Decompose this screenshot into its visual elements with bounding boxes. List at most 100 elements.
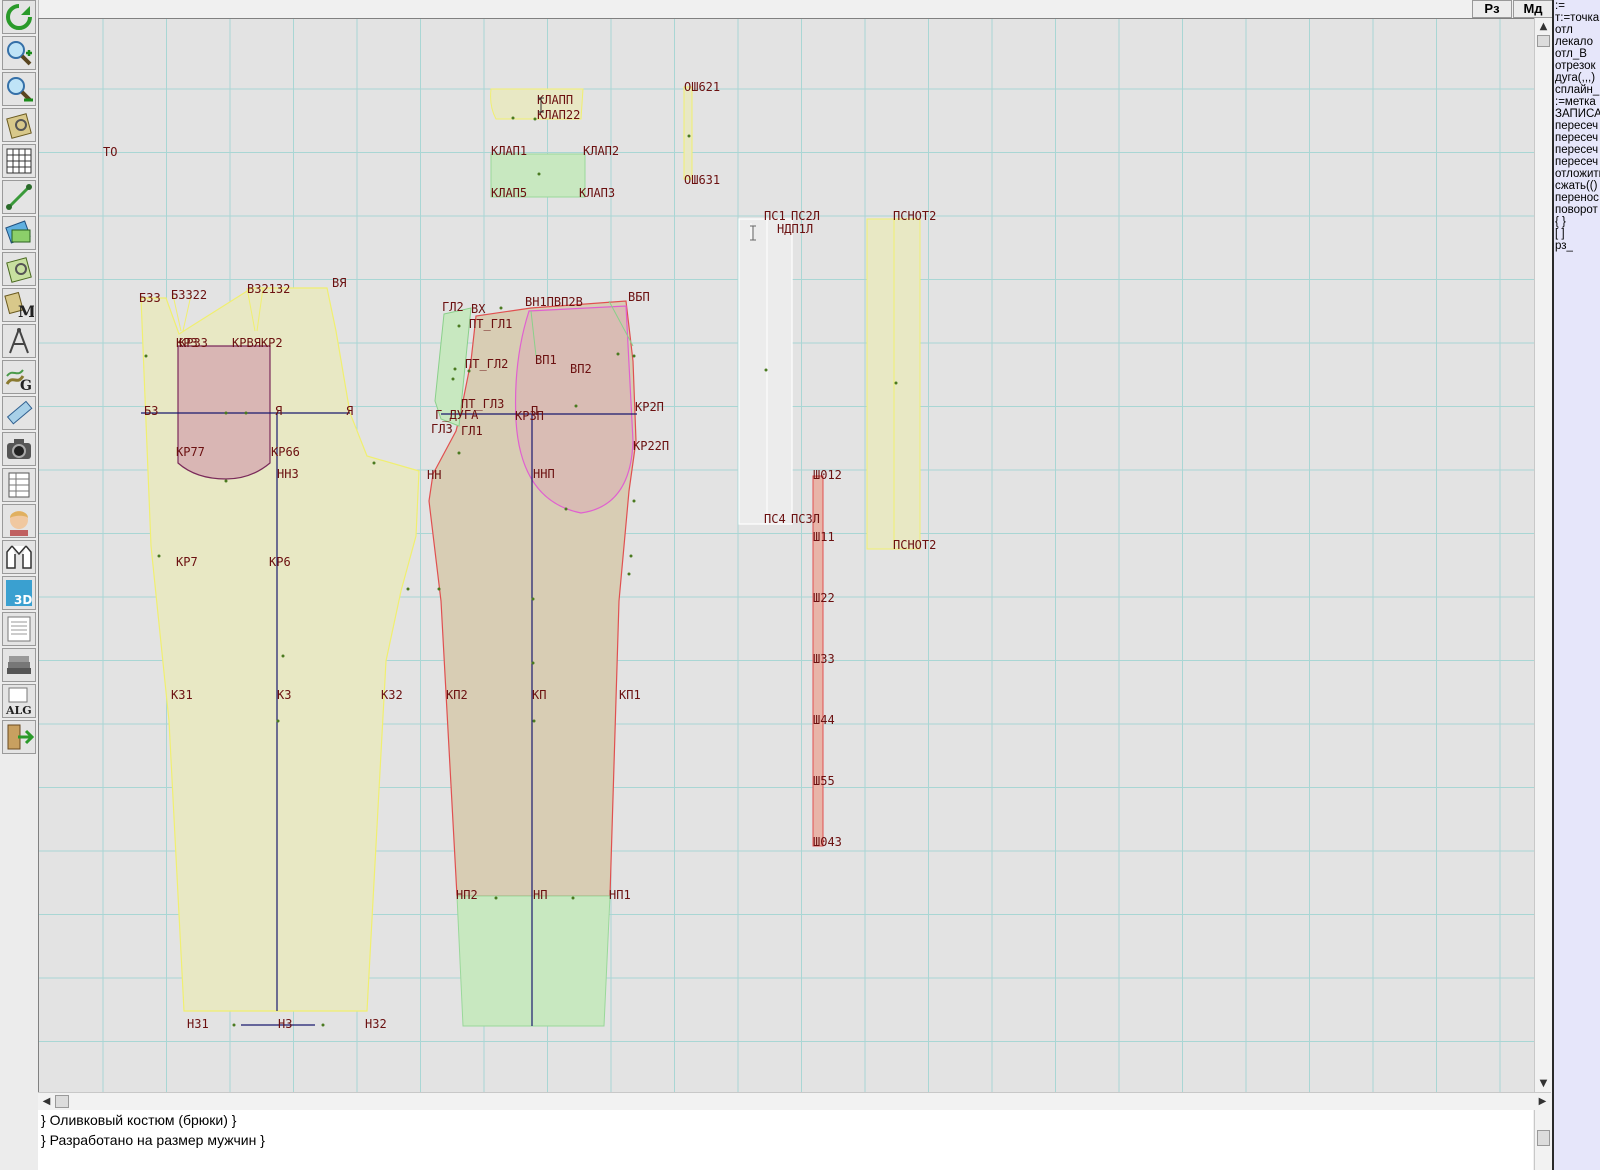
scroll-left-icon[interactable]: ◀ [38, 1093, 55, 1110]
grid-button[interactable] [2, 144, 36, 178]
scroll-down-icon[interactable]: ▼ [1535, 1075, 1552, 1092]
pattern-zoom-icon [6, 257, 32, 283]
svg-text:ВХ: ВХ [471, 302, 486, 316]
exit-button[interactable] [2, 720, 36, 754]
refresh-button[interactable] [2, 0, 36, 34]
svg-text:ВП1: ВП1 [535, 353, 557, 367]
svg-text:ГЛ2: ГЛ2 [442, 300, 464, 314]
description-scroll-thumb[interactable] [1537, 1130, 1550, 1146]
books-icon [7, 656, 31, 674]
jacket-icon [6, 545, 32, 569]
command-item[interactable]: отл_В [1554, 48, 1600, 60]
command-item[interactable]: пересеч [1554, 144, 1600, 156]
svg-text:НДП1Л: НДП1Л [777, 222, 813, 236]
description-scrollbar[interactable] [1534, 1110, 1552, 1170]
drawing-canvas[interactable]: ТО КЛАПП КЛАП22 КЛАП1 КЛАП2 КЛАП5 КЛАП3 … [38, 18, 1534, 1093]
svg-text:К3: К3 [277, 688, 291, 702]
3d-icon: 3D [6, 580, 32, 607]
md-button[interactable]: Мд [1513, 0, 1553, 18]
svg-text:ПТ_ГЛ2: ПТ_ГЛ2 [465, 357, 508, 371]
command-item[interactable]: лекало [1554, 36, 1600, 48]
svg-text:ALG: ALG [5, 704, 32, 716]
3d-button[interactable]: 3D [2, 576, 36, 610]
table-button[interactable] [2, 468, 36, 502]
svg-text:НП2: НП2 [456, 888, 478, 902]
zoom-in-button[interactable] [2, 36, 36, 70]
table-icon [8, 472, 30, 498]
command-item[interactable]: ЗАПИСАТЬ [1554, 108, 1600, 120]
svg-text:Г_ДУГА: Г_ДУГА [435, 408, 479, 422]
svg-text:КР2П: КР2П [635, 400, 664, 414]
svg-text:КП: КП [532, 688, 546, 702]
line-tool-button[interactable] [2, 180, 36, 214]
svg-text:Н31: Н31 [187, 1017, 209, 1031]
svg-text:К31: К31 [171, 688, 193, 702]
scroll-up-icon[interactable]: ▲ [1535, 18, 1552, 35]
svg-text:ПТ_ГЛ1: ПТ_ГЛ1 [469, 317, 512, 331]
svg-text:КЛАП1: КЛАП1 [491, 144, 527, 158]
command-item[interactable]: пересеч [1554, 132, 1600, 144]
command-item[interactable]: { } [1554, 216, 1600, 228]
algorithm-button[interactable]: ALG [2, 684, 36, 718]
vertical-scroll-thumb[interactable] [1537, 35, 1550, 47]
svg-text:КР33: КР33 [179, 336, 208, 350]
svg-text:ВБП: ВБП [628, 290, 650, 304]
command-item[interactable]: отложить [1554, 168, 1600, 180]
books-button[interactable] [2, 648, 36, 682]
svg-text:ПС1: ПС1 [764, 209, 786, 223]
svg-text:ПС2Л: ПС2Л [791, 209, 820, 223]
jacket-button[interactable] [2, 540, 36, 574]
measurements-button[interactable]: M [2, 288, 36, 322]
command-item[interactable]: сплайн_ [1554, 84, 1600, 96]
person-icon [10, 511, 28, 536]
command-item[interactable]: т:=точка [1554, 12, 1600, 24]
svg-text:ГЛ1: ГЛ1 [461, 424, 483, 438]
svg-text:БЗЗ22: БЗЗ22 [171, 288, 207, 302]
front-hem-extension [456, 895, 611, 1027]
command-item[interactable]: сжать(() [1554, 180, 1600, 192]
command-item[interactable]: :=метка [1554, 96, 1600, 108]
command-item[interactable]: дуга(,,,) [1554, 72, 1600, 84]
command-item[interactable]: отл [1554, 24, 1600, 36]
measurements-icon: M [4, 291, 34, 320]
horizontal-scrollbar[interactable]: ◀ ▶ [38, 1092, 1551, 1110]
zoom-out-button[interactable] [2, 72, 36, 106]
svg-text:M: M [18, 302, 34, 320]
command-item[interactable]: [ ] [1554, 228, 1600, 240]
vertical-scrollbar[interactable]: ▲ ▼ [1534, 18, 1552, 1092]
svg-text:КР3П: КР3П [515, 409, 544, 423]
command-item[interactable]: перенос [1554, 192, 1600, 204]
zoom-pattern-button[interactable] [2, 108, 36, 142]
command-item[interactable]: пересеч [1554, 120, 1600, 132]
person-button[interactable] [2, 504, 36, 538]
description-area[interactable]: } Оливковый костюм (брюки) } } Разработа… [38, 1110, 1533, 1170]
scroll-right-icon[interactable]: ▶ [1534, 1093, 1551, 1110]
rz-button[interactable]: Рз [1472, 0, 1512, 18]
svg-text:G: G [20, 378, 32, 392]
graduation-button[interactable]: G [2, 360, 36, 394]
command-item[interactable]: поворот [1554, 204, 1600, 216]
svg-text:КР6: КР6 [269, 555, 291, 569]
svg-text:ПС3Л: ПС3Л [791, 512, 820, 526]
svg-text:КЛАП5: КЛАП5 [491, 186, 527, 200]
belt-loop-piece [683, 86, 693, 180]
svg-text:КП2: КП2 [446, 688, 468, 702]
left-toolbar: M G 3D ALG [0, 0, 39, 1170]
command-item[interactable]: := [1554, 0, 1600, 12]
command-item[interactable]: рз_ [1554, 240, 1600, 252]
svg-text:КЛАП22: КЛАП22 [537, 108, 580, 122]
camera-button[interactable] [2, 432, 36, 466]
compass-button[interactable] [2, 324, 36, 358]
layers-button[interactable] [2, 216, 36, 250]
svg-text:ВП2: ВП2 [570, 362, 592, 376]
refresh-icon [6, 4, 32, 30]
command-item[interactable]: отрезок [1554, 60, 1600, 72]
svg-text:П: П [531, 404, 538, 418]
layers-icon [5, 220, 31, 244]
pattern-zoom-button[interactable] [2, 252, 36, 286]
ruler-button[interactable] [2, 396, 36, 430]
document-button[interactable] [2, 612, 36, 646]
command-item[interactable]: пересеч [1554, 156, 1600, 168]
horizontal-scroll-thumb[interactable] [55, 1095, 69, 1108]
camera-icon [7, 439, 31, 459]
